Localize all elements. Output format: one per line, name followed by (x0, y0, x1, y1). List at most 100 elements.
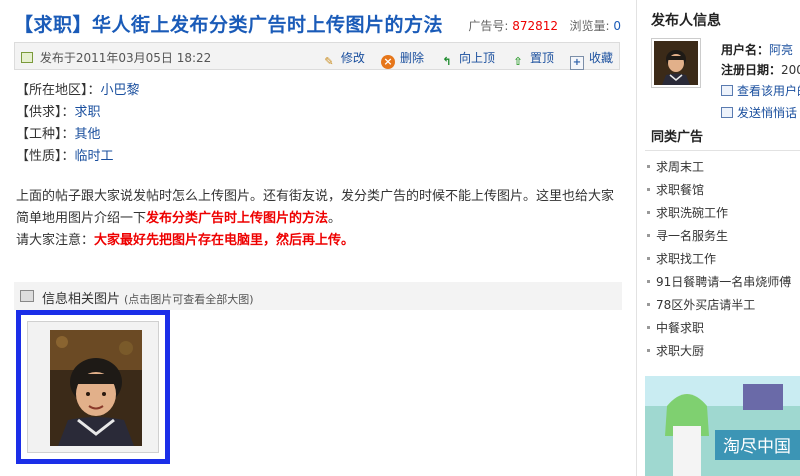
avatar-photo (654, 41, 698, 85)
username-link[interactable]: 阿亮 (769, 43, 793, 57)
pin-top-button[interactable]: ⇧ 置顶 (511, 49, 554, 69)
send-message-link[interactable]: 发送悄悄话 (721, 104, 797, 121)
envelope-icon (721, 107, 733, 118)
title-row: 【求职】华人街上发布分类广告时上传图片的方法 广告号: 872812 浏览量: … (14, 8, 624, 38)
publish-date: 发布于2011年03月05日 18:22 (39, 51, 212, 65)
nature-link[interactable]: 临时工 (75, 149, 114, 164)
notice-label: 请大家注意： (16, 233, 95, 248)
region-link[interactable]: 小巴黎 (101, 83, 140, 98)
banner-text: 淘尽中国 (723, 437, 791, 457)
list-item: 91日餐聘请一名串烧师傅 (647, 271, 800, 294)
field-nature: 【性质】：临时工 (16, 146, 140, 168)
field-label: 【性质】： (16, 149, 75, 164)
bump-up-icon: ↰ (442, 55, 452, 68)
edit-label: 修改 (340, 51, 365, 65)
image-thumbnail[interactable] (27, 321, 159, 453)
publish-info: 发布于2011年03月05日 18:22 (21, 49, 211, 66)
delete-button[interactable]: × 删除 (380, 49, 424, 69)
poster-avatar[interactable] (651, 38, 701, 88)
delete-icon: × (380, 55, 395, 69)
ad-fields: 【所在地区】：小巴黎 【供求】：求职 【工种】：其他 【性质】：临时工 (16, 80, 140, 168)
username-label: 用户名： (721, 43, 770, 57)
list-item: 中餐求职 (647, 317, 800, 340)
similar-ad-link[interactable]: 求职大厨 (656, 344, 704, 358)
bullet-icon (647, 280, 650, 283)
bullet-icon (647, 188, 650, 191)
list-item: 求职洗碗工作 (647, 202, 800, 225)
favorite-icon: + (569, 56, 584, 70)
similar-ad-link[interactable]: 求职找工作 (656, 252, 716, 266)
similar-ad-link[interactable]: 中餐求职 (656, 321, 704, 335)
images-panel-title: 信息相关图片 (点击图片可查看全部大图) (42, 288, 254, 307)
delete-label: 删除 (399, 51, 424, 65)
similar-ad-link[interactable]: 91日餐聘请一名串烧师傅 (656, 275, 791, 289)
similar-ad-link[interactable]: 寻一名服务生 (656, 229, 728, 243)
divider (645, 150, 800, 151)
list-item: 求周末工 (647, 156, 800, 179)
post-actions: ✎ 修改 × 删除 ↰ 向上顶 ⇧ 置顶 + 收藏 (306, 49, 613, 70)
ad-number-label: 广告号: (468, 19, 509, 33)
supply-demand-link[interactable]: 求职 (75, 105, 101, 120)
field-label: 【供求】： (16, 105, 75, 120)
post-toolbar: 发布于2011年03月05日 18:22 ✎ 修改 × 删除 ↰ 向上顶 ⇧ 置顶 + 收藏 (14, 42, 620, 70)
body-line-3: 请大家注意：大家最好先把图片存在电脑里，然后再上传。 (16, 230, 622, 252)
list-item: 求职大厨 (647, 340, 800, 363)
job-type-link[interactable]: 其他 (75, 127, 101, 142)
body-text-span: 简单地用图片介绍一下 (16, 211, 147, 226)
favorite-button[interactable]: + 收藏 (569, 49, 613, 70)
similar-ad-link[interactable]: 求职洗碗工作 (656, 206, 728, 220)
bullet-icon (647, 257, 650, 260)
field-region: 【所在地区】：小巴黎 (16, 80, 140, 102)
main-content: 【求职】华人街上发布分类广告时上传图片的方法 广告号: 872812 浏览量: … (0, 0, 625, 476)
images-title: 信息相关图片 (42, 292, 121, 307)
bullet-icon (647, 234, 650, 237)
send-message-label: 发送悄悄话 (737, 106, 798, 120)
image-thumbnail-frame[interactable] (16, 310, 170, 464)
image-icon (20, 290, 34, 302)
similar-ads-list: 求周末工 求职餐馆 求职洗碗工作 寻一名服务生 求职找工作 91日餐聘请一名串烧… (647, 156, 800, 363)
bump-up-button[interactable]: ↰ 向上顶 (440, 49, 495, 69)
view-user-link[interactable]: 查看该用户的 (721, 82, 800, 99)
views-label: 浏览量: (569, 19, 610, 33)
views-count: 0 (613, 19, 621, 33)
body-line-2: 简单地用图片介绍一下发布分类广告时上传图片的方法。 (16, 208, 622, 230)
list-item: 寻一名服务生 (647, 225, 800, 248)
page-title: 【求职】华人街上发布分类广告时上传图片的方法 (14, 14, 444, 36)
favorite-label: 收藏 (588, 51, 613, 65)
banner-graphic: 淘尽中国 (645, 376, 800, 476)
notice-highlight: 大家最好先把图片存在电脑里，然后再上传。 (94, 233, 355, 248)
edit-icon: ✎ (324, 55, 334, 68)
calendar-icon (21, 52, 33, 63)
ad-meta: 广告号: 872812 浏览量: 0 (468, 17, 621, 34)
similar-ad-link[interactable]: 求职餐馆 (656, 183, 704, 197)
register-label: 注册日期： (721, 63, 782, 77)
similar-ads-title: 同类广告 (651, 130, 704, 145)
bullet-icon (647, 303, 650, 306)
list-item: 求职找工作 (647, 248, 800, 271)
body-text-span: 。 (328, 211, 342, 226)
images-panel-header: 信息相关图片 (点击图片可查看全部大图) (14, 282, 622, 310)
bullet-icon (647, 211, 650, 214)
username-row: 用户名：阿亮 (721, 40, 800, 60)
sidebar: 发布人信息 用户名：阿亮 注册日期：200 查看该用户的 发送悄悄话 同类广告 … (636, 0, 800, 476)
body-line-1: 上面的帖子跟大家说发帖时怎么上传图片。还有街友说，发分类广告的时候不能上传图片。… (16, 189, 615, 204)
user-link-icon (721, 85, 733, 96)
poster-details: 用户名：阿亮 注册日期：200 (721, 40, 800, 80)
pin-top-label: 置顶 (529, 51, 554, 65)
pin-top-icon: ⇧ (513, 55, 523, 68)
bullet-icon (647, 349, 650, 352)
bullet-icon (647, 165, 650, 168)
poster-info-title: 发布人信息 (651, 13, 721, 29)
register-value: 200 (781, 63, 800, 77)
child-photo (50, 330, 142, 446)
field-job-type: 【工种】：其他 (16, 124, 140, 146)
post-body: 上面的帖子跟大家说发帖时怎么上传图片。还有街友说，发分类广告的时候不能上传图片。… (16, 186, 622, 252)
similar-ad-link[interactable]: 求周末工 (656, 160, 704, 174)
field-supply-demand: 【供求】：求职 (16, 102, 140, 124)
ad-banner[interactable]: 淘尽中国 (645, 376, 800, 476)
ad-number: 872812 (512, 19, 559, 33)
body-highlight: 发布分类广告时上传图片的方法 (146, 211, 329, 226)
images-hint: (点击图片可查看全部大图) (124, 293, 254, 306)
similar-ad-link[interactable]: 78区外买店请半工 (656, 298, 755, 312)
edit-button[interactable]: ✎ 修改 (322, 49, 365, 69)
